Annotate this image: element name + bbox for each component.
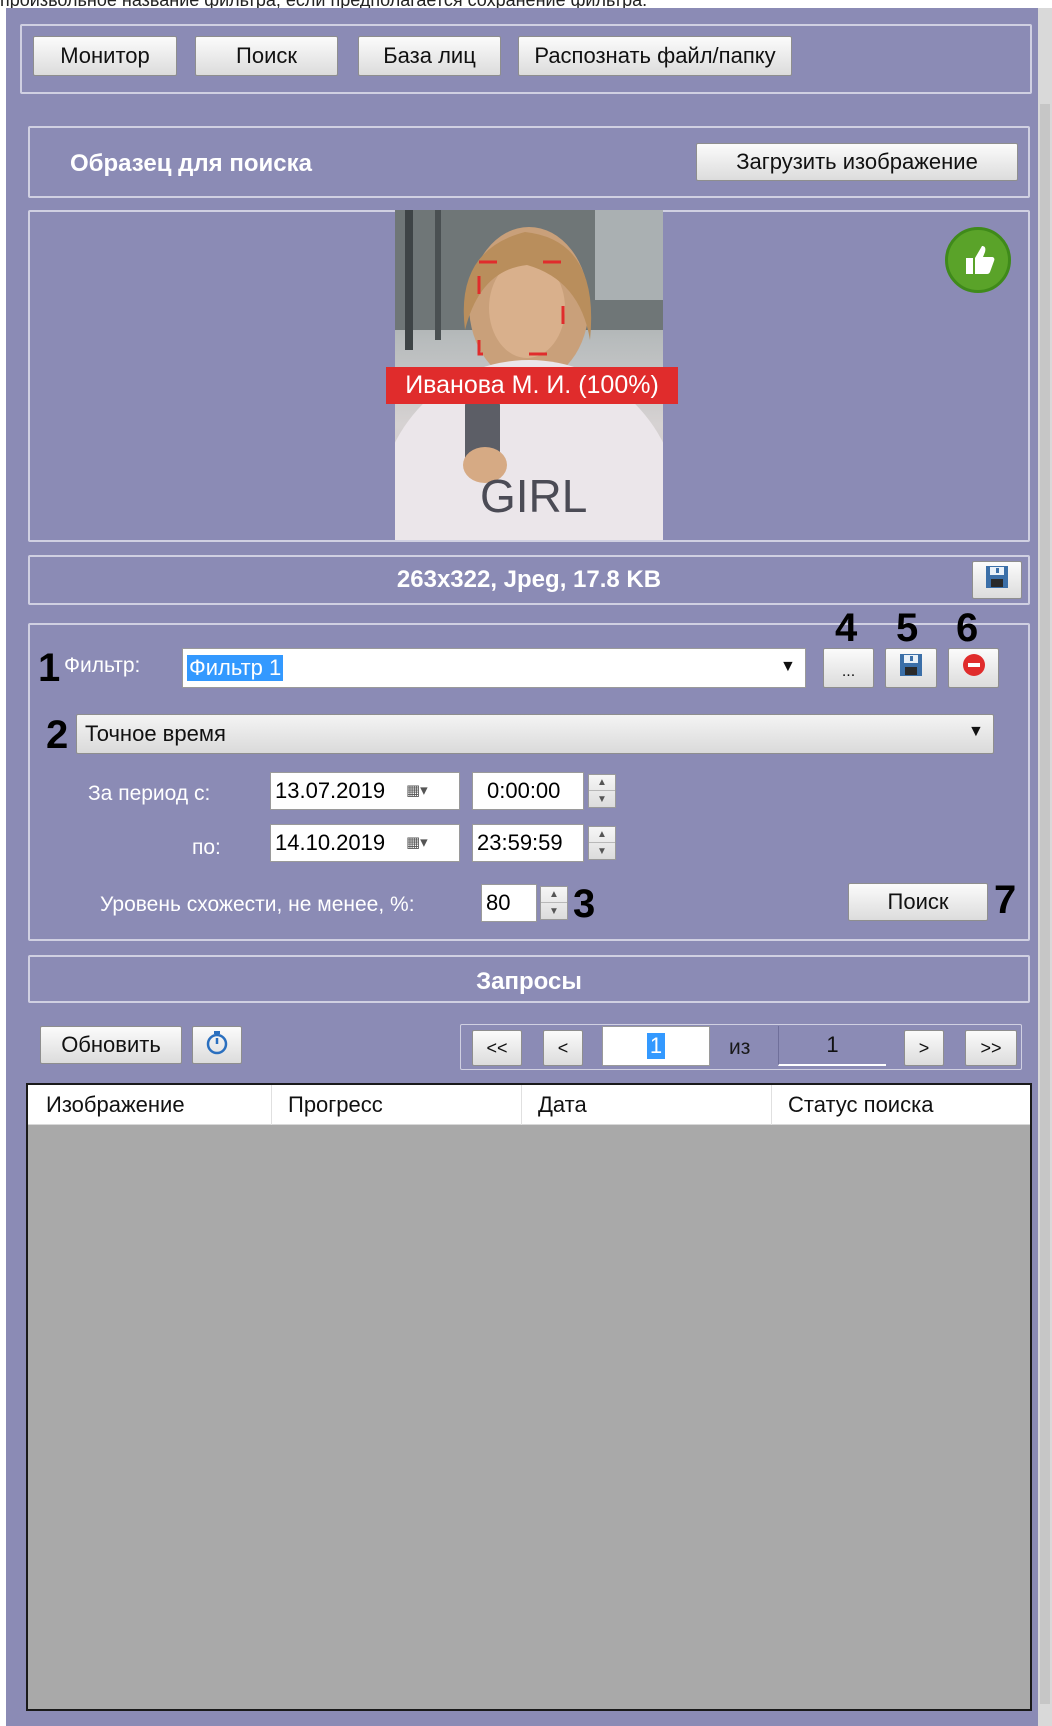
time-mode-value: Точное время	[85, 721, 226, 746]
stepper-up-arrow[interactable]: ▲	[541, 887, 567, 903]
stepper-up-arrow[interactable]: ▲	[589, 775, 615, 791]
total-pages-value: 1	[826, 1032, 839, 1057]
save-image-button[interactable]	[972, 561, 1022, 599]
period-from-label: За период с:	[88, 782, 211, 805]
marker-2: 2	[46, 713, 69, 757]
marker-5: 5	[896, 606, 919, 650]
total-pages: 1	[778, 1026, 886, 1066]
column-header-image[interactable]: Изображение	[28, 1085, 272, 1125]
stepper-down-arrow[interactable]: ▼	[541, 903, 567, 919]
filter-combobox[interactable]: Фильтр 1	[182, 648, 806, 688]
chevron-down-icon[interactable]: ▼	[968, 723, 984, 741]
similarity-stepper[interactable]: ▲ ▼	[540, 886, 568, 920]
stepper-up-arrow[interactable]: ▲	[589, 827, 615, 843]
floppy-disk-icon	[898, 652, 924, 684]
scrollbar-thumb[interactable]	[1040, 104, 1050, 1704]
page-number-input[interactable]: 1	[602, 1026, 710, 1066]
first-page-button[interactable]: <<	[472, 1030, 522, 1066]
date-to-input[interactable]: 14.10.2019	[270, 824, 460, 862]
stopwatch-icon	[204, 1029, 230, 1061]
monitor-button[interactable]: Монитор	[33, 36, 177, 76]
last-page-button[interactable]: >>	[965, 1030, 1017, 1066]
time-from-stepper[interactable]: ▲ ▼	[588, 774, 616, 808]
stepper-down-arrow[interactable]: ▼	[589, 791, 615, 807]
time-mode-select[interactable]: Точное время	[76, 714, 994, 754]
time-from-input[interactable]: 0:00:00	[472, 772, 584, 810]
face-match-label: Иванова М. И. (100%)	[386, 367, 678, 404]
timer-button[interactable]	[192, 1026, 242, 1064]
search-button[interactable]: Поиск	[848, 883, 988, 921]
filter-name-value: Фильтр 1	[187, 655, 284, 681]
date-from-input[interactable]: 13.07.2019	[270, 772, 460, 810]
sample-title: Образец для поиска	[70, 150, 312, 177]
requests-title: Запросы	[476, 968, 582, 995]
chevron-down-icon[interactable]: ▼	[780, 658, 796, 676]
next-page-button[interactable]: >	[904, 1030, 944, 1066]
time-to-value: 23:59:59	[477, 830, 563, 855]
recognize-file-button[interactable]: Распознать файл/папку	[518, 36, 792, 76]
marker-1: 1	[38, 646, 61, 690]
marker-6: 6	[956, 606, 979, 650]
vertical-scrollbar[interactable]	[1038, 8, 1052, 1726]
marker-7: 7	[994, 878, 1017, 922]
delete-filter-button[interactable]	[948, 648, 999, 688]
similarity-label: Уровень схожести, не менее, %:	[100, 893, 415, 916]
page-caption: произвольное название фильтра, если пред…	[0, 0, 1052, 8]
period-to-label: по:	[192, 836, 221, 859]
marker-3: 3	[573, 882, 596, 926]
marker-4: 4	[835, 606, 858, 650]
prev-page-button[interactable]: <	[543, 1030, 583, 1066]
calendar-icon[interactable]: ▦▾	[406, 781, 428, 799]
date-from-value: 13.07.2019	[275, 778, 386, 803]
similarity-value: 80	[486, 890, 511, 915]
column-header-status[interactable]: Статус поиска	[772, 1085, 1030, 1125]
search-tab-button[interactable]: Поиск	[195, 36, 338, 76]
time-from-value: 0:00:00	[487, 778, 561, 803]
file-info-text: 263x322, Jpeg, 17.8 KB	[396, 566, 662, 593]
upload-image-button[interactable]: Загрузить изображение	[696, 143, 1018, 181]
requests-grid-header: Изображение Прогресс Дата Статус поиска	[28, 1085, 1030, 1125]
filter-more-button[interactable]: ...	[823, 648, 874, 688]
calendar-icon[interactable]: ▦▾	[406, 833, 428, 851]
requests-grid-body[interactable]	[28, 1125, 1030, 1709]
floppy-disk-icon	[984, 564, 1010, 596]
column-header-date[interactable]: Дата	[522, 1085, 772, 1125]
column-header-progress[interactable]: Прогресс	[272, 1085, 522, 1125]
shirt-print-text: GIRL	[480, 470, 587, 522]
stepper-down-arrow[interactable]: ▼	[589, 843, 615, 859]
time-to-input[interactable]: 23:59:59	[472, 824, 584, 862]
filter-label: Фильтр:	[64, 654, 141, 677]
face-db-button[interactable]: База лиц	[358, 36, 501, 76]
save-filter-button[interactable]	[885, 648, 937, 688]
page-number-value: 1	[646, 1033, 666, 1059]
thumbs-up-icon[interactable]	[945, 227, 1011, 293]
of-label: из	[729, 1036, 751, 1059]
similarity-input[interactable]: 80	[481, 884, 537, 922]
minus-circle-icon	[961, 652, 987, 684]
time-to-stepper[interactable]: ▲ ▼	[588, 826, 616, 860]
date-to-value: 14.10.2019	[275, 830, 386, 855]
refresh-button[interactable]: Обновить	[40, 1026, 182, 1064]
